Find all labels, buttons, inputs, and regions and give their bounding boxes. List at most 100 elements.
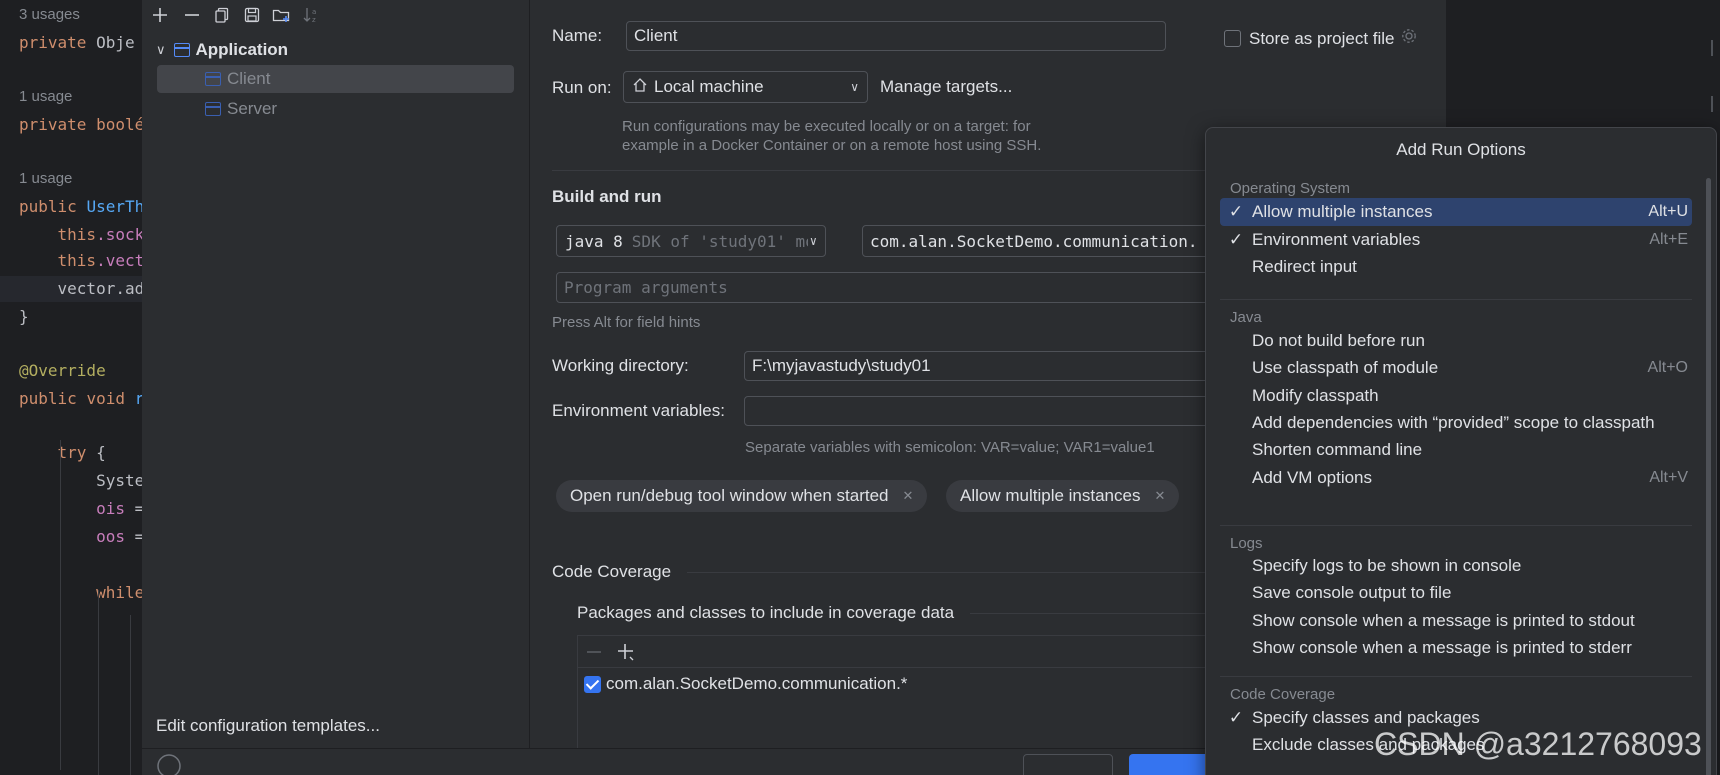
divider <box>1220 299 1692 300</box>
code-token: 3 usages <box>19 6 80 23</box>
code-editor-background: 3 usages private Obje 1 usage private boolé… <box>0 0 142 775</box>
coverage-list-item[interactable]: com.alan.SocketDemo.communication.* <box>584 674 907 694</box>
run-option-label: Redirect input <box>1252 257 1357 276</box>
chip-open-tool-window[interactable]: Open run/debug tool window when started … <box>556 480 928 512</box>
gear-icon[interactable] <box>1401 28 1417 49</box>
jdk-select[interactable]: java 8 SDK of 'study01' mo ∨ <box>556 225 826 257</box>
jdk-description: SDK of 'study01' mo <box>631 231 815 251</box>
code-token: vector.ad <box>19 279 142 298</box>
run-option-item[interactable]: ✓ Allow multiple instances Alt+U <box>1220 198 1692 226</box>
run-option-item[interactable]: Show console when a message is printed t… <box>1220 634 1692 662</box>
popup-scrollbar[interactable] <box>1706 178 1711 775</box>
manage-targets-link[interactable]: Manage targets... <box>880 77 1012 97</box>
run-button[interactable] <box>1023 754 1113 775</box>
code-token: this <box>57 225 97 244</box>
code-token: Syste <box>19 471 142 490</box>
remove-icon[interactable] <box>180 3 204 27</box>
code-token: = <box>134 499 142 518</box>
chevron-down-icon[interactable]: ∨ <box>156 42 166 58</box>
tree-item-client[interactable]: Client <box>157 65 514 93</box>
chip-allow-multiple-instances[interactable]: Allow multiple instances ✕ <box>946 480 1180 512</box>
code-token: void <box>86 389 135 408</box>
chevron-down-icon: ∨ <box>850 80 859 94</box>
copy-icon[interactable] <box>210 3 234 27</box>
shortcut-hint: Alt+U <box>1648 203 1688 220</box>
run-on-label: Run on: <box>552 78 612 97</box>
run-option-item[interactable]: Show console when a message is printed t… <box>1220 607 1692 635</box>
run-option-item[interactable]: Add VM options Alt+V <box>1220 464 1692 492</box>
code-line: private boolé <box>0 112 142 138</box>
code-token: 1 usage <box>19 88 73 105</box>
run-on-select[interactable]: Local machine ∨ <box>623 71 868 103</box>
run-option-label: Specify logs to be shown in console <box>1252 556 1522 575</box>
name-field[interactable]: Client <box>626 21 1166 51</box>
run-option-item[interactable]: Do not build before run <box>1220 327 1692 355</box>
usage-hint: 1 usage <box>0 84 142 110</box>
code-line: try { <box>0 440 142 466</box>
run-option-label: Add VM options <box>1252 468 1373 487</box>
code-token: @Override <box>19 361 106 380</box>
packages-label: Packages and classes to include in cover… <box>577 603 955 622</box>
save-icon[interactable] <box>240 3 264 27</box>
application-config-icon <box>173 43 190 57</box>
store-as-project-file[interactable]: Store as project file <box>1224 28 1417 49</box>
run-option-label: Specify classes and packages <box>1252 708 1480 727</box>
tree-item-label: Server <box>227 99 278 118</box>
edit-configuration-templates-link[interactable]: Edit configuration templates... <box>156 716 380 736</box>
home-icon <box>632 77 648 98</box>
remove-icon[interactable] <box>586 644 602 665</box>
checkmark-icon: ✓ <box>1228 230 1244 249</box>
run-option-item[interactable]: Add dependencies with “provided” scope t… <box>1220 409 1692 437</box>
run-option-item[interactable]: Specify logs to be shown in console <box>1220 552 1692 580</box>
run-option-item[interactable]: Shorten command line <box>1220 436 1692 464</box>
code-token: public <box>19 389 87 408</box>
code-line: vector.ad <box>0 276 142 302</box>
indent-guide <box>60 440 61 770</box>
code-token: while <box>96 583 142 602</box>
code-token: 1 usage <box>19 170 73 187</box>
chip-label: Open run/debug tool window when started <box>570 486 889 505</box>
option-group-label: Operating System <box>1230 180 1351 197</box>
run-option-item[interactable]: Save console output to file <box>1220 579 1692 607</box>
add-icon[interactable] <box>148 3 172 27</box>
new-folder-icon[interactable] <box>270 3 294 27</box>
code-token: private <box>19 115 97 134</box>
run-option-item[interactable]: Modify classpath <box>1220 382 1692 410</box>
code-token: boolé <box>96 115 142 134</box>
code-token: this <box>57 251 97 270</box>
help-icon[interactable] <box>156 753 182 775</box>
run-on-value: Local machine <box>654 77 764 96</box>
tree-group-application[interactable]: ∨ Application <box>156 36 516 64</box>
code-token: UserTh <box>86 197 142 216</box>
sort-icon[interactable]: az <box>300 3 324 27</box>
code-line: this.sock <box>0 222 142 248</box>
code-line: this.vect <box>0 248 142 274</box>
add-icon[interactable] <box>616 642 636 667</box>
coverage-item-checkbox[interactable] <box>584 675 601 693</box>
shortcut-hint: Alt+O <box>1647 359 1688 376</box>
checkmark-icon: ✓ <box>1228 708 1244 727</box>
scroll-marker <box>1711 40 1713 56</box>
run-on-hint-line-2: example in a Docker Container or on a re… <box>622 137 1042 154</box>
code-token: .vect <box>96 251 142 270</box>
option-group-label: Code Coverage <box>1230 686 1336 703</box>
run-option-item[interactable]: ✓ Environment variables Alt+E <box>1220 226 1692 254</box>
environment-variables-label: Environment variables: <box>552 401 725 420</box>
run-option-label: Save console output to file <box>1252 583 1452 602</box>
program-arguments-placeholder: Program arguments <box>564 278 728 297</box>
run-option-item[interactable]: Use classpath of module Alt+O <box>1220 354 1692 382</box>
usage-hint: 3 usages <box>0 2 142 28</box>
editor-right-panel <box>1446 0 1705 140</box>
chevron-down-icon: ∨ <box>807 234 817 248</box>
close-icon[interactable]: ✕ <box>902 488 913 504</box>
divider <box>1220 525 1692 526</box>
run-option-item[interactable]: Redirect input <box>1220 253 1692 281</box>
code-line: ois = <box>0 496 142 522</box>
code-line: oos = <box>0 524 142 550</box>
close-icon[interactable]: ✕ <box>1154 488 1165 504</box>
store-as-project-file-checkbox[interactable] <box>1224 30 1241 47</box>
tree-item-server[interactable]: Server <box>157 95 514 123</box>
jdk-name: java 8 <box>565 231 623 251</box>
